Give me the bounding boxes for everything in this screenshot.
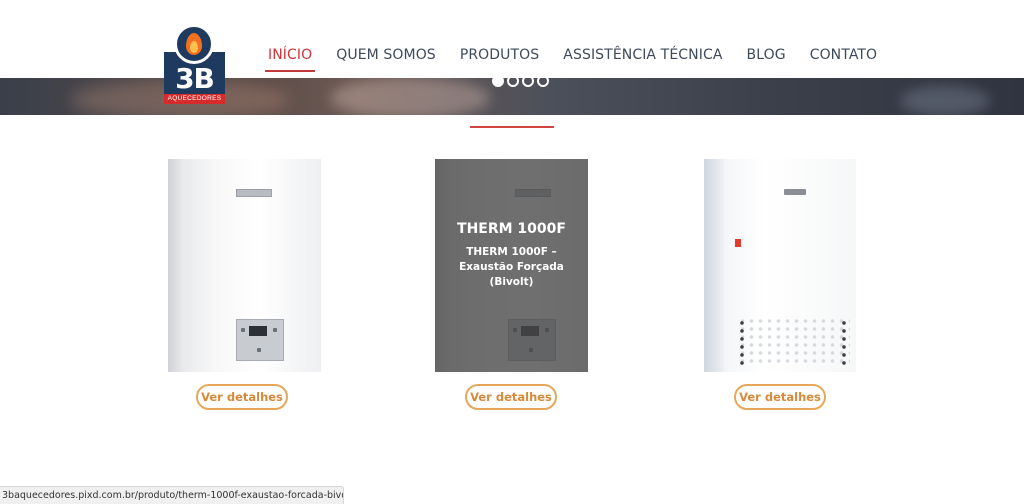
section-divider (470, 126, 554, 128)
vent-holes (841, 319, 847, 369)
status-light (735, 239, 741, 247)
browser-status-url: 3baquecedores.pixd.com.br/produto/therm-… (0, 486, 344, 504)
details-button-1[interactable]: Ver detalhes (196, 384, 288, 410)
product-card-3[interactable] (704, 159, 856, 372)
details-button-3[interactable]: Ver detalhes (734, 384, 826, 410)
hero-highlight (900, 86, 990, 115)
main-nav: INÍCIO QUEM SOMOS PRODUTOS ASSISTÊNCIA T… (264, 47, 878, 73)
control-panel (236, 319, 284, 361)
nav-item-quem-somos[interactable]: QUEM SOMOS (336, 47, 436, 73)
flame-icon (174, 24, 214, 64)
product-card-2[interactable]: THERM 1000F THERM 1000F – Exaustão Força… (435, 159, 588, 372)
product-image (168, 159, 321, 372)
logo-subtext: AQUECEDORES (164, 94, 225, 104)
nav-item-produtos[interactable]: PRODUTOS (460, 47, 539, 73)
nav-item-assistencia-tecnica[interactable]: ASSISTÊNCIA TÉCNICA (563, 47, 722, 73)
details-button-2[interactable]: Ver detalhes (465, 384, 557, 410)
product-subtitle: THERM 1000F – Exaustão Forçada (Bivolt) (459, 246, 564, 288)
vent-grille (738, 317, 850, 367)
hero-highlight (330, 78, 490, 115)
site-logo[interactable]: 3B AQUECEDORES (164, 24, 225, 104)
site-header: INÍCIO QUEM SOMOS PRODUTOS ASSISTÊNCIA T… (0, 0, 1024, 78)
nav-item-blog[interactable]: BLOG (747, 47, 786, 73)
brand-plate (236, 189, 272, 197)
product-image (704, 159, 856, 372)
product-card-1[interactable] (168, 159, 321, 372)
vent-holes (739, 319, 745, 369)
product-title: THERM 1000F (457, 221, 566, 237)
nav-item-contato[interactable]: CONTATO (810, 47, 878, 73)
product-hover-overlay[interactable]: THERM 1000F THERM 1000F – Exaustão Força… (435, 159, 588, 372)
logo-text: 3B (175, 62, 215, 95)
nav-item-inicio[interactable]: INÍCIO (264, 47, 316, 73)
brand-plate (784, 189, 806, 195)
